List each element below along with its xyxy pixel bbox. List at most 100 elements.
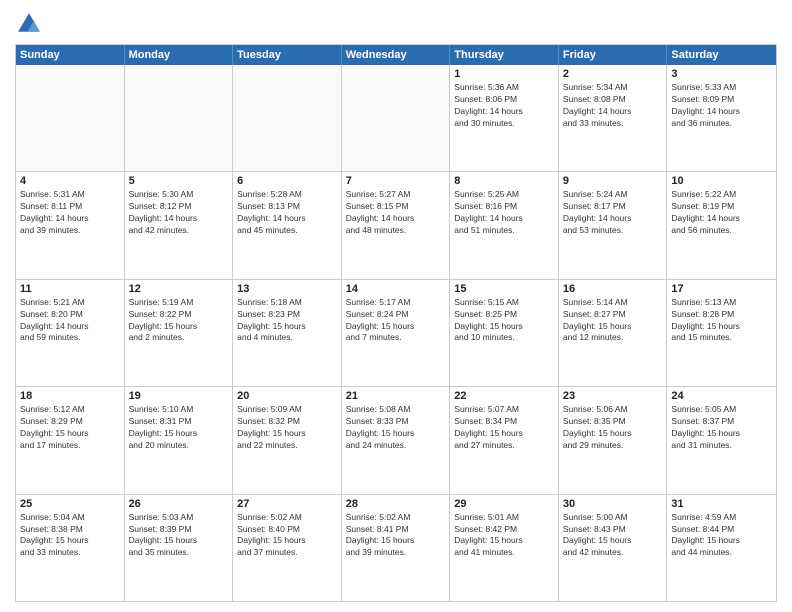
day-cell-28: 28 Sunrise: 5:02 AM Sunset: 8:41 PM Dayli… [342,495,451,601]
weekday-header-friday: Friday [559,45,668,65]
logo-icon [15,10,43,38]
day-info: Sunrise: 5:01 AM Sunset: 8:42 PM Dayligh… [454,512,554,560]
day-info: Sunrise: 5:34 AM Sunset: 8:08 PM Dayligh… [563,82,663,130]
weekday-header-sunday: Sunday [16,45,125,65]
day-number: 2 [563,68,663,80]
day-cell-29: 29 Sunrise: 5:01 AM Sunset: 8:42 PM Dayli… [450,495,559,601]
day-info: Sunrise: 5:27 AM Sunset: 8:15 PM Dayligh… [346,189,446,237]
day-cell-16: 16 Sunrise: 5:14 AM Sunset: 8:27 PM Dayli… [559,280,668,386]
day-info: Sunrise: 5:25 AM Sunset: 8:16 PM Dayligh… [454,189,554,237]
day-info: Sunrise: 5:07 AM Sunset: 8:34 PM Dayligh… [454,404,554,452]
day-number: 18 [20,390,120,402]
day-info: Sunrise: 5:12 AM Sunset: 8:29 PM Dayligh… [20,404,120,452]
calendar-header: SundayMondayTuesdayWednesdayThursdayFrid… [16,45,776,65]
calendar-row-1: 4 Sunrise: 5:31 AM Sunset: 8:11 PM Daylig… [16,171,776,278]
day-cell-25: 25Sunrise: 5:04 AM Sunset: 8:38 PM Dayli… [16,495,125,601]
day-cell-24: 24Sunrise: 5:05 AM Sunset: 8:37 PM Dayli… [667,387,776,493]
day-number: 5 [129,175,229,187]
day-number: 22 [454,390,554,402]
weekday-header-thursday: Thursday [450,45,559,65]
weekday-header-monday: Monday [125,45,234,65]
weekday-header-tuesday: Tuesday [233,45,342,65]
page: SundayMondayTuesdayWednesdayThursdayFrid… [0,0,792,612]
day-info: Sunrise: 5:13 AM Sunset: 8:28 PM Dayligh… [671,297,772,345]
day-number: 1 [454,68,554,80]
day-cell-15: 15Sunrise: 5:15 AM Sunset: 8:25 PM Dayli… [450,280,559,386]
day-info: Sunrise: 5:05 AM Sunset: 8:37 PM Dayligh… [671,404,772,452]
day-number: 26 [129,498,229,510]
day-info: Sunrise: 5:02 AM Sunset: 8:40 PM Dayligh… [237,512,337,560]
day-cell-17: 17 Sunrise: 5:13 AM Sunset: 8:28 PM Dayli… [667,280,776,386]
day-cell-4: 4 Sunrise: 5:31 AM Sunset: 8:11 PM Daylig… [16,172,125,278]
day-cell-11: 11 Sunrise: 5:21 AM Sunset: 8:20 PM Dayli… [16,280,125,386]
calendar: SundayMondayTuesdayWednesdayThursdayFrid… [15,44,777,602]
day-number: 31 [671,498,772,510]
calendar-row-3: 18 Sunrise: 5:12 AM Sunset: 8:29 PM Dayli… [16,386,776,493]
day-number: 15 [454,283,554,295]
day-info: Sunrise: 5:00 AM Sunset: 8:43 PM Dayligh… [563,512,663,560]
day-number: 6 [237,175,337,187]
day-cell-26: 26 Sunrise: 5:03 AM Sunset: 8:39 PM Dayli… [125,495,234,601]
day-info: Sunrise: 5:33 AM Sunset: 8:09 PM Dayligh… [671,82,772,130]
calendar-row-2: 11 Sunrise: 5:21 AM Sunset: 8:20 PM Dayli… [16,279,776,386]
day-cell-8: 8 Sunrise: 5:25 AM Sunset: 8:16 PM Daylig… [450,172,559,278]
day-number: 27 [237,498,337,510]
calendar-row-0: 1 Sunrise: 5:36 AM Sunset: 8:06 PM Daylig… [16,65,776,171]
empty-cell [233,65,342,171]
day-cell-18: 18 Sunrise: 5:12 AM Sunset: 8:29 PM Dayli… [16,387,125,493]
empty-cell [125,65,234,171]
day-number: 29 [454,498,554,510]
day-cell-13: 13 Sunrise: 5:18 AM Sunset: 8:23 PM Dayli… [233,280,342,386]
day-number: 21 [346,390,446,402]
day-number: 7 [346,175,446,187]
day-info: Sunrise: 5:14 AM Sunset: 8:27 PM Dayligh… [563,297,663,345]
day-info: Sunrise: 5:22 AM Sunset: 8:19 PM Dayligh… [671,189,772,237]
day-cell-23: 23 Sunrise: 5:06 AM Sunset: 8:35 PM Dayli… [559,387,668,493]
day-number: 23 [563,390,663,402]
day-info: Sunrise: 5:04 AM Sunset: 8:38 PM Dayligh… [20,512,120,560]
day-cell-2: 2 Sunrise: 5:34 AM Sunset: 8:08 PM Daylig… [559,65,668,171]
day-number: 8 [454,175,554,187]
day-cell-14: 14Sunrise: 5:17 AM Sunset: 8:24 PM Dayli… [342,280,451,386]
day-info: Sunrise: 5:02 AM Sunset: 8:41 PM Dayligh… [346,512,446,560]
day-cell-12: 12 Sunrise: 5:19 AM Sunset: 8:22 PM Dayli… [125,280,234,386]
day-info: Sunrise: 5:09 AM Sunset: 8:32 PM Dayligh… [237,404,337,452]
day-cell-1: 1 Sunrise: 5:36 AM Sunset: 8:06 PM Daylig… [450,65,559,171]
day-number: 4 [20,175,120,187]
empty-cell [16,65,125,171]
day-number: 28 [346,498,446,510]
day-number: 19 [129,390,229,402]
day-cell-19: 19 Sunrise: 5:10 AM Sunset: 8:31 PM Dayli… [125,387,234,493]
weekday-header-wednesday: Wednesday [342,45,451,65]
day-cell-6: 6 Sunrise: 5:28 AM Sunset: 8:13 PM Daylig… [233,172,342,278]
day-number: 11 [20,283,120,295]
day-info: Sunrise: 5:08 AM Sunset: 8:33 PM Dayligh… [346,404,446,452]
day-info: Sunrise: 5:36 AM Sunset: 8:06 PM Dayligh… [454,82,554,130]
day-number: 10 [671,175,772,187]
day-info: Sunrise: 5:21 AM Sunset: 8:20 PM Dayligh… [20,297,120,345]
weekday-header-saturday: Saturday [667,45,776,65]
day-info: Sunrise: 5:10 AM Sunset: 8:31 PM Dayligh… [129,404,229,452]
day-number: 13 [237,283,337,295]
day-info: Sunrise: 5:06 AM Sunset: 8:35 PM Dayligh… [563,404,663,452]
day-cell-30: 30Sunrise: 5:00 AM Sunset: 8:43 PM Dayli… [559,495,668,601]
day-info: Sunrise: 5:31 AM Sunset: 8:11 PM Dayligh… [20,189,120,237]
day-info: Sunrise: 5:03 AM Sunset: 8:39 PM Dayligh… [129,512,229,560]
day-info: Sunrise: 5:18 AM Sunset: 8:23 PM Dayligh… [237,297,337,345]
day-number: 12 [129,283,229,295]
logo [15,10,47,38]
day-info: Sunrise: 5:30 AM Sunset: 8:12 PM Dayligh… [129,189,229,237]
day-cell-21: 21 Sunrise: 5:08 AM Sunset: 8:33 PM Dayli… [342,387,451,493]
day-number: 17 [671,283,772,295]
calendar-body: 1 Sunrise: 5:36 AM Sunset: 8:06 PM Daylig… [16,65,776,601]
day-info: Sunrise: 4:59 AM Sunset: 8:44 PM Dayligh… [671,512,772,560]
day-info: Sunrise: 5:28 AM Sunset: 8:13 PM Dayligh… [237,189,337,237]
day-cell-22: 22 Sunrise: 5:07 AM Sunset: 8:34 PM Dayli… [450,387,559,493]
day-cell-9: 9 Sunrise: 5:24 AM Sunset: 8:17 PM Daylig… [559,172,668,278]
day-info: Sunrise: 5:19 AM Sunset: 8:22 PM Dayligh… [129,297,229,345]
day-number: 9 [563,175,663,187]
day-number: 16 [563,283,663,295]
day-info: Sunrise: 5:24 AM Sunset: 8:17 PM Dayligh… [563,189,663,237]
day-cell-27: 27 Sunrise: 5:02 AM Sunset: 8:40 PM Dayli… [233,495,342,601]
empty-cell [342,65,451,171]
